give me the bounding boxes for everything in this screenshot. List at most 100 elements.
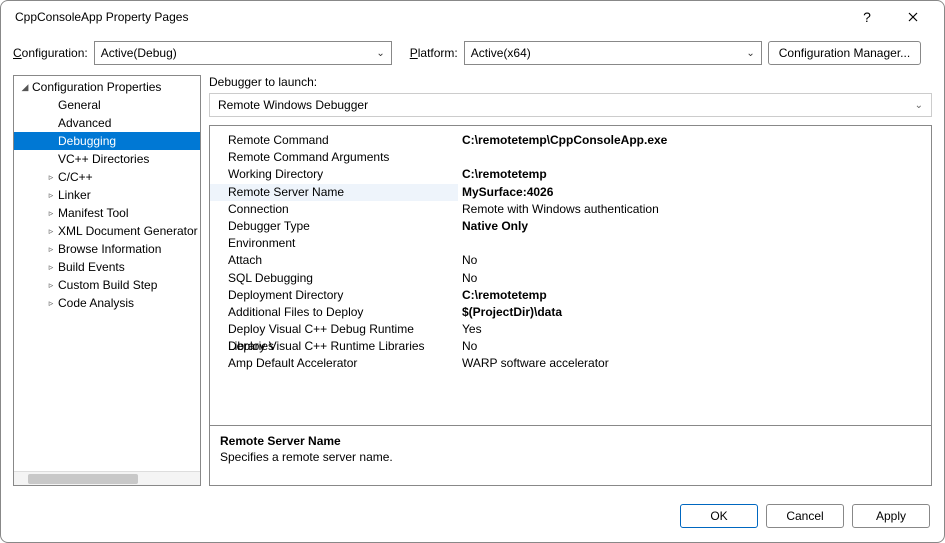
property-row[interactable]: Debugger TypeNative Only	[210, 218, 931, 235]
property-name: Amp Default Accelerator	[210, 355, 458, 372]
debugger-launch-value: Remote Windows Debugger	[218, 98, 368, 112]
configuration-label: Configuration:	[13, 46, 88, 60]
property-value[interactable]: No	[458, 270, 931, 287]
scrollbar-thumb[interactable]	[28, 474, 138, 484]
property-row[interactable]: ConnectionRemote with Windows authentica…	[210, 201, 931, 218]
tree-item-label: XML Document Generator	[58, 222, 198, 240]
property-row[interactable]: Remote Server NameMySurface:4026	[210, 184, 931, 201]
tree-item[interactable]: ▹Browse Information	[14, 240, 200, 258]
expander-closed-icon[interactable]: ▹	[44, 258, 58, 276]
property-value[interactable]: No	[458, 252, 931, 269]
debugger-launch-combo[interactable]: Remote Windows Debugger ⌄	[209, 93, 932, 117]
expander-closed-icon[interactable]: ▹	[44, 240, 58, 258]
property-row[interactable]: Additional Files to Deploy$(ProjectDir)\…	[210, 304, 931, 321]
tree-item[interactable]: ▹C/C++	[14, 168, 200, 186]
chevron-down-icon: ⌄	[376, 48, 384, 59]
property-name: SQL Debugging	[210, 270, 458, 287]
property-value[interactable]: $(ProjectDir)\data	[458, 304, 931, 321]
titlebar: CppConsoleApp Property Pages ?	[1, 1, 944, 33]
tree-horizontal-scrollbar[interactable]	[14, 471, 200, 485]
help-button[interactable]: ?	[844, 3, 890, 31]
description-text: Specifies a remote server name.	[220, 450, 921, 464]
expander-closed-icon[interactable]: ▹	[44, 294, 58, 312]
tree-item-label: Code Analysis	[58, 294, 134, 312]
property-name: Attach	[210, 252, 458, 269]
debugger-launch-label: Debugger to launch:	[209, 75, 932, 89]
property-grid[interactable]: Remote CommandC:\remotetemp\CppConsoleAp…	[210, 126, 931, 425]
tree-panel: ◢ Configuration Properties GeneralAdvanc…	[13, 75, 201, 486]
property-name: Deploy Visual C++ Debug Runtime Librarie…	[210, 321, 458, 338]
close-button[interactable]	[890, 3, 936, 31]
property-value[interactable]: No	[458, 338, 931, 355]
tree-item[interactable]: Advanced	[14, 114, 200, 132]
tree[interactable]: ◢ Configuration Properties GeneralAdvanc…	[14, 76, 200, 471]
tree-item[interactable]: General	[14, 96, 200, 114]
ok-button[interactable]: OK	[680, 504, 758, 528]
chevron-down-icon: ⌄	[746, 48, 754, 59]
property-row[interactable]: Remote CommandC:\remotetemp\CppConsoleAp…	[210, 132, 931, 149]
property-value[interactable]: WARP software accelerator	[458, 355, 931, 372]
config-row: Configuration: Active(Debug) ⌄ Platform:…	[1, 33, 944, 75]
tree-item[interactable]: ▹Custom Build Step	[14, 276, 200, 294]
property-row[interactable]: Deployment DirectoryC:\remotetemp	[210, 287, 931, 304]
tree-item-label: Manifest Tool	[58, 204, 128, 222]
expander-closed-icon[interactable]: ▹	[44, 186, 58, 204]
property-grid-wrap: Remote CommandC:\remotetemp\CppConsoleAp…	[209, 125, 932, 486]
description-title: Remote Server Name	[220, 434, 921, 448]
property-value[interactable]: MySurface:4026	[458, 184, 931, 201]
tree-item-label: VC++ Directories	[58, 150, 149, 168]
property-value[interactable]: C:\remotetemp	[458, 287, 931, 304]
property-name: Deploy Visual C++ Runtime Libraries	[210, 338, 458, 355]
cancel-button[interactable]: Cancel	[766, 504, 844, 528]
tree-item[interactable]: ▹Build Events	[14, 258, 200, 276]
tree-item[interactable]: ▹XML Document Generator	[14, 222, 200, 240]
property-row[interactable]: Deploy Visual C++ Runtime LibrariesNo	[210, 338, 931, 355]
tree-item-label: General	[58, 96, 101, 114]
right-panel: Debugger to launch: Remote Windows Debug…	[209, 75, 932, 486]
property-row[interactable]: SQL DebuggingNo	[210, 270, 931, 287]
property-value[interactable]: Remote with Windows authentication	[458, 201, 931, 218]
property-name: Deployment Directory	[210, 287, 458, 304]
configuration-manager-button[interactable]: Configuration Manager...	[768, 41, 921, 65]
tree-item[interactable]: ▹Manifest Tool	[14, 204, 200, 222]
property-row[interactable]: Remote Command Arguments	[210, 149, 931, 166]
expander-open-icon: ◢	[18, 78, 32, 96]
property-name: Additional Files to Deploy	[210, 304, 458, 321]
property-name: Environment	[210, 235, 458, 252]
property-row[interactable]: Working DirectoryC:\remotetemp	[210, 166, 931, 183]
tree-item[interactable]: Debugging	[14, 132, 200, 150]
property-value[interactable]: Yes	[458, 321, 931, 338]
expander-closed-icon[interactable]: ▹	[44, 222, 58, 240]
tree-item[interactable]: VC++ Directories	[14, 150, 200, 168]
expander-closed-icon[interactable]: ▹	[44, 204, 58, 222]
platform-label: Platform:	[410, 46, 458, 60]
property-row[interactable]: AttachNo	[210, 252, 931, 269]
property-name: Working Directory	[210, 166, 458, 183]
close-icon	[908, 12, 918, 22]
property-name: Connection	[210, 201, 458, 218]
tree-item[interactable]: ▹Linker	[14, 186, 200, 204]
property-value[interactable]	[458, 149, 931, 166]
property-value[interactable]: C:\remotetemp\CppConsoleApp.exe	[458, 132, 931, 149]
tree-item-label: Debugging	[58, 132, 116, 150]
property-value[interactable]: C:\remotetemp	[458, 166, 931, 183]
property-value[interactable]	[458, 235, 931, 252]
property-name: Debugger Type	[210, 218, 458, 235]
tree-item[interactable]: ▹Code Analysis	[14, 294, 200, 312]
expander-closed-icon[interactable]: ▹	[44, 168, 58, 186]
tree-root[interactable]: ◢ Configuration Properties	[14, 78, 200, 96]
property-row[interactable]: Environment	[210, 235, 931, 252]
property-row[interactable]: Deploy Visual C++ Debug Runtime Librarie…	[210, 321, 931, 338]
property-value[interactable]: Native Only	[458, 218, 931, 235]
tree-item-label: Advanced	[58, 114, 111, 132]
body: ◢ Configuration Properties GeneralAdvanc…	[1, 75, 944, 494]
apply-button[interactable]: Apply	[852, 504, 930, 528]
window-title: CppConsoleApp Property Pages	[9, 10, 844, 24]
chevron-down-icon: ⌄	[915, 100, 923, 111]
expander-closed-icon[interactable]: ▹	[44, 276, 58, 294]
tree-item-label: Linker	[58, 186, 91, 204]
configuration-combo[interactable]: Active(Debug) ⌄	[94, 41, 392, 65]
platform-combo[interactable]: Active(x64) ⌄	[464, 41, 762, 65]
tree-item-label: C/C++	[58, 168, 93, 186]
property-row[interactable]: Amp Default AcceleratorWARP software acc…	[210, 355, 931, 372]
